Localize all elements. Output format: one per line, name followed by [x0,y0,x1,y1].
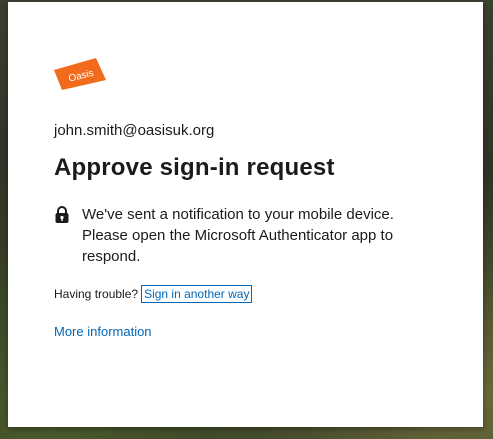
trouble-line: Having trouble? Sign in another way [54,285,253,303]
notification-notice: We've sent a notification to your mobile… [54,204,454,267]
account-email: john.smith@oasisuk.org [54,122,215,139]
page-title: Approve sign-in request [54,154,335,181]
sign-in-another-way-link[interactable]: Sign in another way [141,285,253,303]
trouble-prompt: Having trouble? [54,287,139,301]
notice-text: We've sent a notification to your mobile… [82,206,394,265]
lock-icon [54,206,70,224]
more-information-link[interactable]: More information [54,324,152,339]
oasis-logo: Oasis [52,56,108,92]
sign-in-dialog: Oasis john.smith@oasisuk.org Approve sig… [8,2,483,427]
